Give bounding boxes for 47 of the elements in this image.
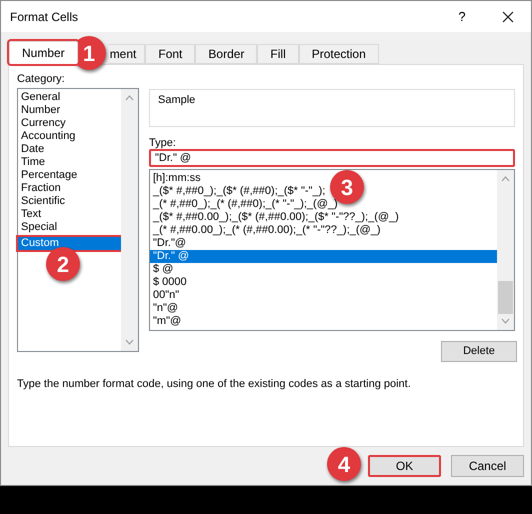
tab[interactable]: ment	[108, 44, 146, 64]
delete-button[interactable]: Delete	[441, 341, 517, 362]
format-item[interactable]: _(* #,##0.00_);_(* (#,##0.00);_(* "-"??_);_(@_)	[150, 224, 384, 237]
help-button[interactable]: ?	[439, 6, 485, 26]
format-item[interactable]: 00"n"	[150, 289, 182, 302]
category-item[interactable]: Text	[18, 208, 121, 221]
format-item[interactable]: _($* #,##0.00_);_($* (#,##0.00);_($* "-"??_);_(@_)	[150, 211, 402, 224]
format-item[interactable]: "Dr."@	[150, 237, 190, 250]
sample-label: Sample	[158, 94, 196, 106]
scroll-thumb[interactable]	[498, 281, 513, 314]
category-item[interactable]: General	[18, 91, 121, 104]
category-item[interactable]: Scientific	[18, 195, 121, 208]
type-field[interactable]: "Dr." @	[149, 149, 515, 167]
format-item[interactable]: [h]:mm:ss	[150, 172, 204, 185]
scrollbar[interactable]	[497, 170, 514, 330]
tab[interactable]: Fill	[257, 44, 299, 64]
scroll-down-icon[interactable]	[501, 318, 510, 324]
format-item[interactable]: _($* #,##0_);_($* (#,##0);_($* "-"_);	[150, 185, 328, 198]
format-item[interactable]: "Dr." @	[150, 250, 497, 263]
tab[interactable]: Border	[195, 44, 258, 64]
category-item[interactable]: Time	[18, 156, 121, 169]
window-title: Format Cells	[10, 8, 78, 26]
category-item[interactable]: Special	[18, 221, 121, 234]
scroll-down-icon[interactable]	[125, 339, 134, 345]
scroll-up-icon[interactable]	[125, 95, 134, 101]
cancel-button[interactable]: Cancel	[451, 455, 524, 477]
category-item[interactable]: Fraction	[18, 182, 121, 195]
category-item[interactable]: Accounting	[18, 130, 121, 143]
category-item[interactable]: Custom	[18, 237, 121, 250]
scrollbar[interactable]	[121, 89, 138, 351]
tab[interactable]: Protection	[298, 44, 379, 64]
format-item[interactable]: "n"@	[150, 302, 182, 315]
category-item[interactable]: Percentage	[18, 169, 121, 182]
description-text: Type the number format code, using one of the existing codes as a starting point.	[17, 377, 412, 392]
format-item[interactable]: "m"@	[150, 315, 184, 328]
category-item[interactable]: Number	[18, 104, 121, 117]
format-item[interactable]: $ @	[150, 263, 176, 276]
ok-button[interactable]: OK	[368, 455, 441, 477]
tab[interactable]: Number	[9, 41, 78, 64]
close-icon[interactable]	[502, 10, 514, 22]
category-item[interactable]: Date	[18, 143, 121, 156]
tab[interactable]: Font	[145, 44, 196, 64]
type-label: Type:	[149, 136, 177, 149]
format-item[interactable]: $ 0000	[150, 276, 190, 289]
scroll-up-icon[interactable]	[501, 176, 510, 182]
category-label: Category:	[17, 72, 66, 87]
category-item[interactable]: Currency	[18, 117, 121, 130]
